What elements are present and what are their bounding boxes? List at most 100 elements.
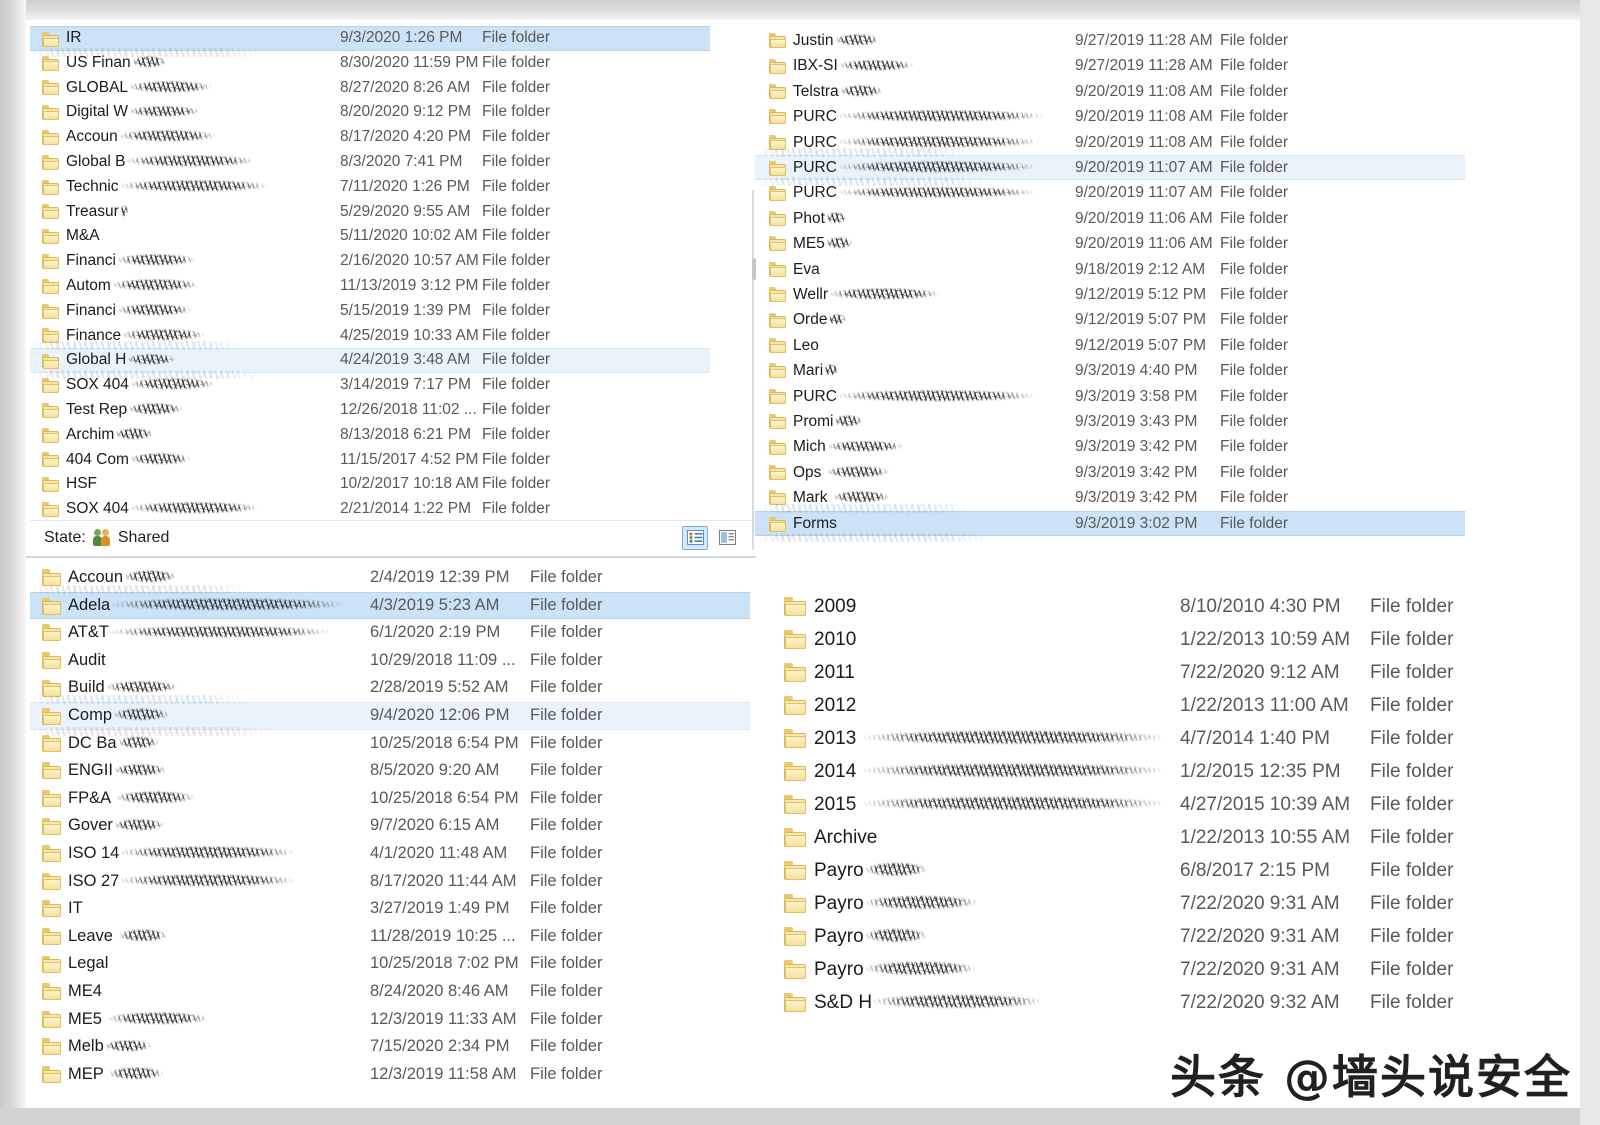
file-row[interactable]: Promi 9/3/2019 3:43 PM File folder — [755, 409, 1465, 434]
file-row[interactable]: HSF 10/2/2017 10:18 AM File folder — [30, 472, 750, 497]
image-frame-right — [1580, 0, 1600, 1125]
file-row[interactable]: Melb 7/15/2020 2:34 PM File folder — [30, 1033, 750, 1061]
file-row[interactable]: Forms 9/3/2019 3:02 PM File folder — [755, 510, 1465, 536]
file-row[interactable]: Payro 6/8/2017 2:15 PM File folder — [770, 854, 1480, 887]
file-row[interactable]: 2010 1/22/2013 10:59 AM File folder — [770, 623, 1480, 656]
file-row[interactable]: Test Rep 12/26/2018 11:02 ... File folder — [30, 398, 750, 423]
file-row[interactable]: Audit 10/29/2018 11:09 ... File folder — [30, 647, 750, 675]
file-list-top-left[interactable]: IR 9/3/2020 1:26 PM File folder US Finan 8/3… — [30, 24, 750, 520]
file-row[interactable]: Payro 7/22/2020 9:31 AM File folder — [770, 953, 1480, 986]
file-row[interactable]: Archive 1/22/2013 10:55 AM File folder — [770, 821, 1480, 854]
file-row[interactable]: PURC 9/20/2019 11:08 AM File folder — [755, 104, 1465, 129]
file-name-cell: ISO 14 — [68, 840, 295, 868]
file-row[interactable]: Ops 9/3/2019 3:42 PM File folder — [755, 460, 1465, 485]
file-row[interactable]: Global B 8/3/2020 7:41 PM File folder — [30, 150, 750, 175]
file-row[interactable]: ME4 8/24/2020 8:46 AM File folder — [30, 978, 750, 1006]
file-row[interactable]: Leo 9/12/2019 5:07 PM File folder — [755, 333, 1465, 358]
file-row[interactable]: Payro 7/22/2020 9:31 AM File folder — [770, 887, 1480, 920]
details-view-button[interactable] — [682, 525, 708, 550]
file-row[interactable]: Global H 4/24/2019 3:48 AM File folder — [30, 348, 710, 374]
file-row[interactable]: Payro 7/22/2020 9:31 AM File folder — [770, 920, 1480, 953]
file-row[interactable]: IBX-SI 9/27/2019 11:28 AM File folder — [755, 53, 1465, 78]
file-name-cell: Test Rep — [66, 398, 183, 423]
file-row[interactable]: Mari 9/3/2019 4:40 PM File folder — [755, 358, 1465, 383]
file-row[interactable]: Leave 11/28/2019 10:25 ... File folder — [30, 923, 750, 951]
type-cell: File folder — [482, 277, 551, 294]
file-row[interactable]: SOX 404 3/14/2019 7:17 PM File folder — [30, 373, 750, 398]
file-row[interactable]: PURC 9/20/2019 11:07 AM File folder — [755, 155, 1465, 181]
file-row[interactable]: Technic 7/11/2020 1:26 PM File folder — [30, 175, 750, 200]
file-row[interactable]: Finance 4/25/2019 10:33 AM File folder — [30, 324, 750, 349]
file-row[interactable]: Build 2/28/2019 5:52 AM File folder — [30, 674, 750, 702]
type-cell: File folder — [1370, 761, 1454, 782]
file-row[interactable]: IR 9/3/2020 1:26 PM File folder — [30, 26, 710, 51]
file-row[interactable]: 2013 4/7/2014 1:40 PM File folder — [770, 722, 1480, 755]
file-row[interactable]: PURC 9/3/2019 3:58 PM File folder — [755, 384, 1465, 409]
file-row[interactable]: MEP 12/3/2019 11:58 AM File folder — [30, 1061, 750, 1089]
file-row[interactable]: 2009 8/10/2010 4:30 PM File folder — [770, 590, 1480, 623]
type-cell: File folder — [1370, 827, 1454, 848]
file-row[interactable]: Comp 9/4/2020 12:06 PM File folder — [30, 702, 750, 730]
file-row[interactable]: ISO 27 8/17/2020 11:44 AM File folder — [30, 868, 750, 896]
file-row[interactable]: GLOBAL 8/27/2020 8:26 AM File folder — [30, 76, 750, 101]
file-row[interactable]: Legal 10/25/2018 7:02 PM File folder — [30, 950, 750, 978]
file-row[interactable]: IT 3/27/2019 1:49 PM File folder — [30, 895, 750, 923]
file-row[interactable]: S&D H 7/22/2020 9:32 AM File folder — [770, 986, 1480, 1019]
file-name-cell: Orde — [793, 307, 847, 332]
type-cell: File folder — [530, 650, 603, 669]
file-row[interactable]: Eva 9/18/2019 2:12 AM File folder — [755, 257, 1465, 282]
file-row[interactable]: 2011 7/22/2020 9:12 AM File folder — [770, 656, 1480, 689]
file-row[interactable]: 2014 1/2/2015 12:35 PM File folder — [770, 755, 1480, 788]
date-modified-cell: 7/22/2020 9:32 AM — [1180, 992, 1340, 1013]
folder-icon — [42, 872, 61, 890]
scrollbar-thumb-top-right[interactable] — [752, 258, 756, 280]
file-row[interactable]: Telstra 9/20/2019 11:08 AM File folder — [755, 79, 1465, 104]
file-list-bottom-right[interactable]: 2009 8/10/2010 4:30 PM File folder 2010 1/22… — [770, 588, 1480, 1023]
file-row[interactable]: 2012 1/22/2013 11:00 AM File folder — [770, 689, 1480, 722]
type-cell: File folder — [482, 351, 551, 369]
file-row[interactable]: Accoun 2/4/2019 12:39 PM File folder — [30, 564, 750, 592]
preview-pane-button[interactable] — [714, 526, 740, 550]
file-name-cell: Autom — [66, 274, 198, 299]
folder-icon — [42, 597, 61, 615]
file-row[interactable]: Accoun 8/17/2020 4:20 PM File folder — [30, 125, 750, 150]
folder-icon — [42, 790, 61, 808]
file-row[interactable]: Wellr 9/12/2019 5:12 PM File folder — [755, 282, 1465, 307]
file-row[interactable]: Phot 9/20/2019 11:06 AM File folder — [755, 206, 1465, 231]
file-row[interactable]: Financi 5/15/2019 1:39 PM File folder — [30, 299, 750, 324]
file-list-bottom-left[interactable]: Accoun 2/4/2019 12:39 PM File folder Adela 4… — [30, 562, 750, 1092]
file-row[interactable]: Mich 9/3/2019 3:42 PM File folder — [755, 434, 1465, 459]
type-cell: File folder — [1220, 184, 1289, 202]
file-row[interactable]: M&A 5/11/2020 10:02 AM File folder — [30, 224, 750, 249]
file-row[interactable]: SOX 404 2/21/2014 1:22 PM File folder — [30, 497, 750, 520]
file-row[interactable]: ME5 9/20/2019 11:06 AM File folder — [755, 231, 1465, 256]
file-row[interactable]: ENGII 8/5/2020 9:20 AM File folder — [30, 757, 750, 785]
file-row[interactable]: Gover 9/7/2020 6:15 AM File folder — [30, 812, 750, 840]
file-row[interactable]: Autom 11/13/2019 3:12 PM File folder — [30, 274, 750, 299]
file-row[interactable]: FP&A 10/25/2018 6:54 PM File folder — [30, 785, 750, 813]
type-cell: File folder — [1220, 158, 1289, 176]
file-row[interactable]: ME5 12/3/2019 11:33 AM File folder — [30, 1006, 750, 1034]
file-list-top-right[interactable]: Justin 9/27/2019 11:28 AM File folder IBX-S… — [755, 24, 1465, 554]
type-cell: File folder — [1220, 31, 1289, 49]
date-modified-cell: 5/11/2020 10:02 AM — [340, 227, 478, 245]
file-name-cell: MEP — [68, 1061, 164, 1089]
file-row[interactable]: DC Ba 10/25/2018 6:54 PM File folder — [30, 730, 750, 758]
file-row[interactable]: Orde 9/12/2019 5:07 PM File folder — [755, 307, 1465, 332]
file-row[interactable]: 404 Com 11/15/2017 4:52 PM File folder — [30, 448, 750, 473]
file-row[interactable]: PURC 9/20/2019 11:08 AM File folder — [755, 130, 1465, 155]
file-row[interactable]: US Finan 8/30/2020 11:59 PM File folder — [30, 51, 750, 76]
file-row[interactable]: Financi 2/16/2020 10:57 AM File folder — [30, 249, 750, 274]
file-row[interactable]: ISO 14 4/1/2020 11:48 AM File folder — [30, 840, 750, 868]
file-row[interactable]: Archim 8/13/2018 6:21 PM File folder — [30, 423, 750, 448]
file-row[interactable]: Adela 4/3/2019 5:23 AM File folder — [30, 591, 750, 620]
file-row[interactable]: Mark 9/3/2019 3:42 PM File folder — [755, 485, 1465, 510]
file-row[interactable]: Treasur 5/29/2020 9:55 AM File folder — [30, 200, 750, 225]
file-row[interactable]: PURC 9/20/2019 11:07 AM File folder — [755, 180, 1465, 205]
file-row[interactable]: AT&T 6/1/2020 2:19 PM File folder — [30, 619, 750, 647]
date-modified-cell: 9/18/2019 2:12 AM — [1075, 260, 1206, 278]
file-row[interactable]: Justin 9/27/2019 11:28 AM File folder — [755, 28, 1465, 53]
folder-icon — [42, 452, 59, 468]
file-row[interactable]: Digital W 8/20/2020 9:12 PM File folder — [30, 100, 750, 125]
file-row[interactable]: 2015 4/27/2015 10:39 AM File folder — [770, 788, 1480, 821]
